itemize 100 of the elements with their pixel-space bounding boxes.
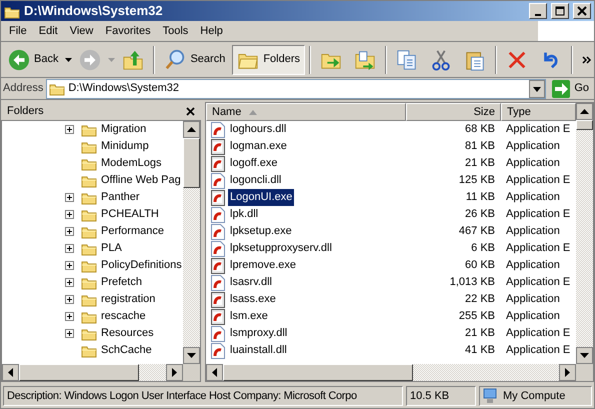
expand-plus-icon[interactable] [65, 295, 74, 304]
file-name[interactable]: lpk.dll [228, 206, 260, 223]
folder-item[interactable]: ModemLogs [101, 155, 162, 172]
expand-plus-icon[interactable] [65, 125, 74, 134]
folders-button[interactable]: Folders [232, 44, 306, 74]
application-icon [211, 156, 225, 172]
horizontal-scrollbar[interactable] [206, 364, 593, 381]
application-icon [211, 190, 225, 206]
window-title: D:\Windows\System32 [24, 2, 164, 20]
file-name[interactable]: loghours.dll [228, 121, 288, 138]
file-name[interactable]: lpremove.exe [228, 257, 298, 274]
file-name[interactable]: lpksetup.exe [228, 223, 294, 240]
vertical-scrollbar[interactable] [576, 103, 593, 364]
folder-item[interactable]: Prefetch [101, 274, 142, 291]
file-name[interactable]: lsasrv.dll [228, 274, 274, 291]
file-size: 125 KB [458, 173, 495, 188]
file-icon [211, 326, 225, 342]
expand-plus-icon[interactable] [65, 193, 74, 202]
search-button[interactable]: Search [159, 44, 230, 74]
folder-item[interactable]: Resources [101, 325, 154, 342]
scroll-thumb[interactable] [19, 364, 139, 381]
file-name[interactable]: lsm.exe [228, 308, 270, 325]
chevron-icon[interactable] [582, 56, 592, 64]
file-size: 467 KB [458, 224, 495, 240]
expand-plus-icon[interactable] [65, 312, 74, 321]
file-size: 60 KB [465, 258, 495, 274]
column-header[interactable]: Size [406, 103, 501, 121]
folder-item[interactable]: SchCache [101, 342, 152, 359]
file-type: Application [506, 191, 560, 204]
file-size: 21 KB [465, 326, 495, 342]
horizontal-scrollbar[interactable] [2, 364, 200, 381]
folder-item[interactable]: PLA [101, 240, 122, 257]
minimize-button[interactable] [529, 3, 547, 19]
close-icon[interactable] [186, 106, 195, 116]
file-type: Application [506, 293, 560, 306]
folder-item[interactable]: rescache [101, 308, 146, 325]
sort-arrow-icon [249, 110, 258, 114]
menu-item[interactable]: File [3, 22, 33, 40]
dropdown-caret-icon[interactable] [65, 58, 72, 62]
file-type: Application E [506, 208, 570, 220]
file-size: 255 KB [458, 309, 495, 324]
folder-item[interactable]: PolicyDefinitions [101, 257, 182, 274]
expand-plus-icon[interactable] [65, 329, 74, 338]
file-name[interactable]: LogonUI.exe [228, 189, 294, 206]
folder-item[interactable]: registration [101, 291, 156, 308]
file-type: Application [506, 157, 560, 170]
file-type: Application E [506, 344, 570, 356]
throbber-panel [538, 21, 594, 41]
address-field[interactable]: D:\Windows\System32 [46, 78, 546, 98]
file-name[interactable]: logoncli.dll [228, 172, 284, 189]
scroll-thumb[interactable] [223, 364, 413, 381]
maximize-button[interactable] [551, 3, 569, 19]
expand-plus-icon[interactable] [65, 278, 74, 287]
scroll-thumb[interactable] [576, 120, 593, 130]
folder-item[interactable]: Offline Web Pag [101, 172, 181, 189]
file-size: 26 KB [465, 207, 495, 222]
file-name[interactable]: lsmproxy.dll [228, 325, 290, 342]
file-size: 21 KB [465, 156, 495, 172]
column-header[interactable]: Type [501, 103, 576, 121]
expand-plus-icon[interactable] [65, 244, 74, 253]
file-type: Application E [506, 242, 570, 254]
folder-item[interactable]: Performance [101, 223, 164, 240]
file-name[interactable]: luainstall.dll [228, 342, 289, 359]
file-icon [211, 274, 225, 290]
arrow-right-icon [552, 80, 570, 98]
file-icon [211, 122, 225, 138]
menu-item[interactable]: Favorites [99, 22, 157, 40]
close-button[interactable] [573, 3, 591, 19]
folder-item[interactable]: Minidump [101, 138, 149, 155]
file-name[interactable]: logman.exe [228, 138, 289, 155]
close-icon [577, 6, 587, 16]
file-name[interactable]: logoff.exe [228, 155, 280, 172]
menu-item[interactable]: Tools [156, 22, 194, 40]
computer-icon [483, 388, 497, 404]
folder-item[interactable]: Migration [101, 121, 146, 138]
application-icon [211, 258, 225, 274]
expand-plus-icon[interactable] [65, 261, 74, 270]
menu-item[interactable]: View [64, 22, 100, 40]
file-size: 81 KB [465, 139, 495, 154]
status-description: Description: Windows Logon User Interface Host Company: Microsoft Corpo [7, 388, 357, 404]
expand-plus-icon[interactable] [65, 210, 74, 219]
application-icon [211, 138, 225, 154]
maximize-icon [555, 6, 565, 16]
file-name[interactable]: lsass.exe [228, 291, 278, 308]
go-button[interactable]: Go [549, 78, 592, 98]
column-header[interactable]: Name [206, 103, 406, 121]
file-type: Application E [506, 174, 570, 186]
file-icon [211, 342, 225, 358]
vertical-scrollbar[interactable] [183, 121, 200, 364]
folder-item[interactable]: PCHEALTH [101, 206, 159, 223]
file-type: Application [506, 225, 560, 238]
expand-plus-icon[interactable] [65, 227, 74, 236]
scrollbar-corner [183, 364, 200, 381]
back-button[interactable]: Back [3, 44, 64, 74]
scroll-thumb[interactable] [183, 138, 200, 188]
file-name[interactable]: lpksetupproxyserv.dll [228, 240, 334, 257]
menu-item[interactable]: Edit [32, 22, 64, 40]
file-type: Application [506, 140, 560, 152]
menu-item[interactable]: Help [194, 22, 229, 40]
folder-item[interactable]: Panther [101, 189, 140, 206]
